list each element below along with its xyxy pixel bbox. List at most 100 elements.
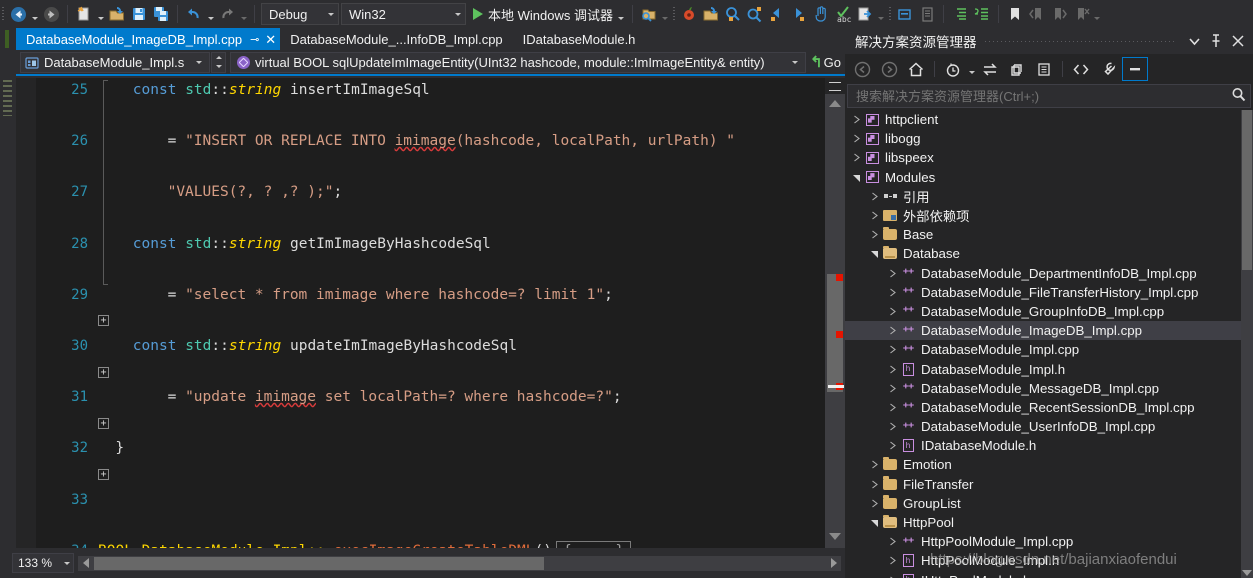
tree-item-idatabasemodule.h[interactable]: h IDatabaseModule.h [845, 436, 1241, 455]
redo-icon[interactable] [216, 3, 238, 25]
tab-DatabaseModule-InfoDB_Impl-cpp[interactable]: DatabaseModule_...InfoDB_Impl.cpp [280, 28, 512, 50]
chevron-right-icon[interactable] [885, 340, 899, 359]
pin-icon[interactable] [1205, 30, 1227, 52]
fold-expand-icon[interactable]: + [98, 469, 109, 480]
zoom-level-combo[interactable]: 133 % [12, 553, 74, 573]
navigate-forward-icon[interactable] [40, 3, 62, 25]
close-icon[interactable] [1227, 30, 1249, 52]
hscrollbar-thumb[interactable] [94, 556, 544, 570]
tree-item-httppoolmodule_impl.h[interactable]: h HttpPoolModule_Impl.h [845, 551, 1241, 570]
panel-drag-area[interactable] [984, 28, 1175, 54]
error-marker[interactable] [836, 331, 843, 338]
solution-platform-combo[interactable]: Win32 [341, 3, 466, 25]
scroll-left-icon[interactable] [78, 556, 93, 571]
tree-item-httppool[interactable]: HttpPool [845, 513, 1241, 532]
open-folder-icon[interactable] [700, 3, 722, 25]
code-line[interactable]: 25 const std::string insertImImageSql [36, 78, 825, 104]
open-file-icon[interactable] [106, 3, 128, 25]
code-line[interactable]: 34 BOOL DatabaseModule_Impl::_execImageCr… [36, 539, 825, 548]
navbar-scope-spinner[interactable] [211, 51, 226, 73]
chevron-right-icon[interactable] [849, 129, 863, 148]
tree-item-libogg[interactable]: libogg [845, 129, 1241, 148]
tree-item-emotion[interactable]: Emotion [845, 455, 1241, 474]
code-line[interactable]: 28 const std::string getImImageByHashcode… [36, 232, 825, 258]
navigate-back-dropdown-icon[interactable] [29, 3, 40, 25]
tree-item-httpclient[interactable]: httpclient [845, 110, 1241, 129]
editor-split-handle[interactable] [825, 78, 845, 94]
chevron-right-icon[interactable] [885, 436, 899, 455]
chevron-right-icon[interactable] [849, 148, 863, 167]
chevron-right-icon[interactable] [885, 532, 899, 551]
navbar-scope-combo[interactable]: DatabaseModule_Impl.s [20, 51, 210, 73]
error-marker[interactable] [836, 274, 843, 281]
code-line[interactable]: 31 = "update imimage set localPath=? wher… [36, 385, 825, 411]
navbar-member-combo[interactable]: virtual BOOL sqlUpdateImImageEntity(UInt… [230, 51, 807, 73]
chevron-down-icon[interactable] [867, 513, 881, 532]
clipboard-icon[interactable] [916, 3, 938, 25]
solution-explorer-scrollbar[interactable] [1241, 110, 1253, 578]
scroll-down-icon[interactable] [1242, 570, 1252, 576]
indent-icon[interactable] [949, 3, 971, 25]
scroll-down-icon[interactable] [829, 533, 841, 540]
breakpoint-margin[interactable] [16, 78, 36, 548]
chevron-right-icon[interactable] [885, 417, 899, 436]
tree-item-databasemodule_groupinfodb_impl.cpp[interactable]: ⁺⁺ DatabaseModule_GroupInfoDB_Impl.cpp [845, 302, 1241, 321]
tab-DatabaseModule_ImageDB_Impl-cpp[interactable]: DatabaseModule_ImageDB_Impl.cpp ⊸ ✕ [16, 28, 281, 50]
chevron-down-icon[interactable] [967, 57, 976, 81]
tab-IDatabaseModule-h[interactable]: IDatabaseModule.h [513, 28, 646, 50]
toolbar-grip[interactable] [0, 5, 7, 23]
new-item-icon[interactable] [73, 3, 95, 25]
tree-item-databasemodule_impl.cpp[interactable]: ⁺⁺ DatabaseModule_Impl.cpp [845, 340, 1241, 359]
outdent-icon[interactable] [971, 3, 993, 25]
chevron-right-icon[interactable] [885, 283, 899, 302]
navbar-go-button[interactable]: ↰ Go [806, 55, 845, 70]
chevron-right-icon[interactable] [885, 379, 899, 398]
tree-item-databasemodule_departmentinfodb_impl.cpp[interactable]: ⁺⁺ DatabaseModule_DepartmentInfoDB_Impl.c… [845, 264, 1241, 283]
undo-icon[interactable] [183, 3, 205, 25]
tree-item-database[interactable]: Database [845, 244, 1241, 263]
step-forward-icon[interactable] [788, 3, 810, 25]
tree-item-databasemodule_imagedb_impl.cpp[interactable]: ⁺⁺ DatabaseModule_ImageDB_Impl.cpp [845, 321, 1241, 341]
chevron-right-icon[interactable] [867, 225, 881, 244]
undo-dropdown-icon[interactable] [205, 3, 216, 25]
sync-with-active-document-icon[interactable] [977, 57, 1003, 81]
preview-selected-items-icon[interactable] [1122, 57, 1148, 81]
chevron-right-icon[interactable] [867, 206, 881, 225]
view-code-icon[interactable] [1068, 57, 1094, 81]
chevron-right-icon[interactable] [885, 264, 899, 283]
close-icon[interactable]: ✕ [265, 33, 276, 46]
solution-configuration-combo[interactable]: Debug [261, 3, 339, 25]
tree-item-databasemodule_filetransferhistory_impl.cpp[interactable]: ⁺⁺ DatabaseModule_FileTransferHistory_Imp… [845, 283, 1241, 302]
search-icon[interactable] [1231, 87, 1246, 105]
export-icon[interactable] [854, 3, 876, 25]
chevron-right-icon[interactable] [885, 360, 899, 379]
pending-changes-icon[interactable] [940, 57, 966, 81]
scroll-right-icon[interactable] [826, 556, 841, 571]
solution-explorer-tree[interactable]: httpclient libogg libspeex Modules 引用 外部依赖项 Ba… [845, 110, 1241, 578]
tree-item-databasemodule_messagedb_impl.cpp[interactable]: ⁺⁺ DatabaseModule_MessageDB_Impl.cpp [845, 379, 1241, 398]
spell-check-icon[interactable]: abc [832, 3, 854, 25]
chevron-right-icon[interactable] [885, 551, 899, 570]
tree-item-grouplist[interactable]: GroupList [845, 494, 1241, 513]
zoom-out-icon[interactable] [744, 3, 766, 25]
bookmark-icon[interactable] [1004, 3, 1026, 25]
code-line[interactable]: 32} [36, 436, 825, 462]
fold-expand-icon[interactable]: + [98, 366, 109, 378]
chevron-down-icon[interactable] [849, 168, 863, 187]
chevron-right-icon[interactable] [885, 398, 899, 417]
drag-icon[interactable] [810, 3, 832, 25]
tree-item-base[interactable]: Base [845, 225, 1241, 244]
find-in-files-icon[interactable] [638, 3, 660, 25]
editor-vertical-scrollbar[interactable] [825, 78, 845, 548]
editor-horizontal-scrollbar[interactable] [78, 555, 841, 571]
pin-icon[interactable]: ⊸ [250, 33, 259, 46]
settings-icon[interactable] [678, 3, 700, 25]
code-line[interactable]: 27 "VALUES(?, ? ,? );"; [36, 180, 825, 206]
step-back-icon[interactable] [766, 3, 788, 25]
bookmarks-overflow-icon[interactable] [1092, 3, 1103, 25]
toolbar-grip[interactable] [887, 5, 894, 23]
back-icon[interactable] [849, 57, 875, 81]
scrollbar-thumb[interactable] [1242, 110, 1252, 270]
chevron-right-icon[interactable] [849, 110, 863, 129]
refresh-icon[interactable] [1004, 57, 1030, 81]
